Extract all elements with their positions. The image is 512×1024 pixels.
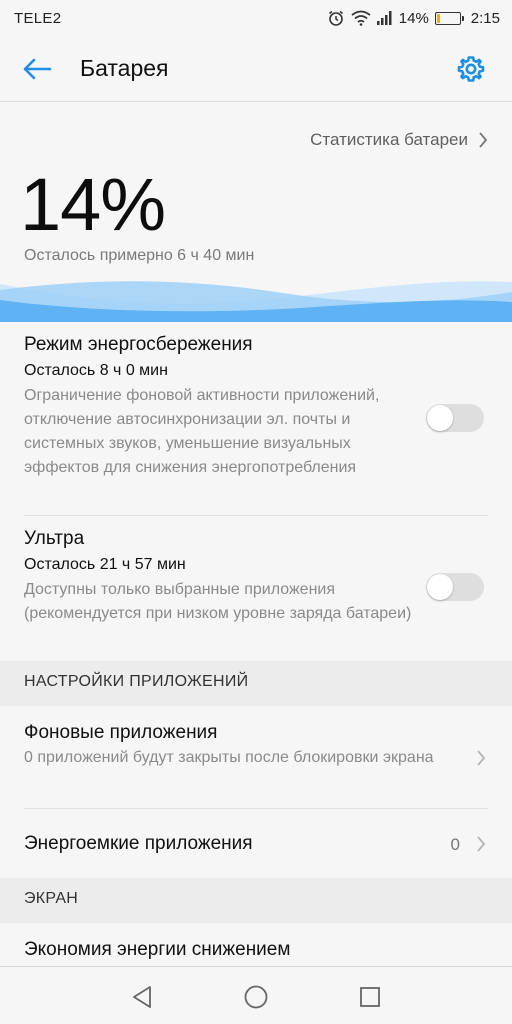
settings-button[interactable] (454, 52, 488, 86)
app-bar: Батарея (0, 36, 512, 102)
chevron-right-icon (477, 750, 486, 766)
ultra-title: Ультра (24, 528, 85, 549)
square-recents-icon (360, 987, 380, 1007)
back-button[interactable] (20, 52, 54, 86)
arrow-left-icon (23, 58, 52, 80)
battery-percent-label: 14% (398, 9, 429, 27)
screen-power-saving-title: Экономия энергии снижением (24, 939, 291, 960)
ultra-remaining: Осталось 21 ч 57 мин (24, 556, 186, 573)
toggle-knob (427, 574, 453, 600)
background-apps-description: 0 приложений будут закрыты после блокиро… (24, 749, 434, 766)
wifi-icon (351, 10, 371, 26)
nav-recents-button[interactable] (356, 983, 384, 1011)
nav-home-button[interactable] (242, 983, 270, 1011)
ultra-description: Доступны только выбранные приложения (ре… (24, 581, 412, 622)
battery-percent: 14% (20, 163, 166, 246)
power-saving-toggle[interactable] (426, 404, 484, 432)
settings-list: Режим энергосбережения Осталось 8 ч 0 ми… (0, 322, 512, 983)
background-apps-item[interactable]: Фоновые приложения 0 приложений будут за… (0, 706, 512, 808)
signal-icon (376, 11, 393, 25)
status-icons: 14% 2:15 (327, 9, 500, 27)
power-saving-title: Режим энергосбережения (24, 334, 253, 355)
circle-home-icon (244, 985, 268, 1009)
power-saving-description: Ограничение фоновой активности приложени… (24, 387, 380, 476)
status-bar: TELE2 14% 2:15 (0, 0, 512, 36)
background-apps-title: Фоновые приложения (24, 722, 218, 743)
ultra-toggle[interactable] (426, 573, 484, 601)
carrier-label: TELE2 (14, 9, 62, 27)
power-intensive-apps-count: 0 (450, 835, 460, 854)
navigation-bar (0, 966, 512, 1024)
page-title: Батарея (80, 55, 169, 81)
battery-stats-label: Статистика батареи (310, 130, 468, 149)
battery-summary: Статистика батареи 14% Осталось примерно… (0, 102, 512, 322)
section-header-app-settings: НАСТРОЙКИ ПРИЛОЖЕНИЙ (0, 661, 512, 706)
nav-back-button[interactable] (128, 983, 156, 1011)
chevron-right-icon (477, 836, 486, 852)
chevron-right-icon (479, 132, 488, 148)
power-saving-item[interactable]: Режим энергосбережения Осталось 8 ч 0 ми… (0, 322, 512, 515)
battery-level-fill (436, 13, 440, 23)
battery-remaining: Осталось примерно 6 ч 40 мин (24, 247, 255, 264)
battery-icon (434, 11, 464, 25)
power-intensive-apps-item[interactable]: Энергоемкие приложения 0 (0, 809, 512, 878)
power-intensive-apps-title: Энергоемкие приложения (24, 833, 253, 854)
battery-wave-graphic (0, 281, 512, 322)
triangle-back-icon (133, 986, 151, 1008)
battery-stats-link[interactable]: Статистика батареи (310, 130, 488, 150)
ultra-item[interactable]: Ультра Осталось 21 ч 57 мин Доступны тол… (0, 516, 512, 661)
power-saving-remaining: Осталось 8 ч 0 мин (24, 362, 168, 379)
gear-icon (457, 56, 485, 82)
toggle-knob (427, 405, 453, 431)
section-header-screen: ЭКРАН (0, 878, 512, 923)
clock-label: 2:15 (470, 9, 500, 27)
alarm-icon (327, 9, 345, 27)
